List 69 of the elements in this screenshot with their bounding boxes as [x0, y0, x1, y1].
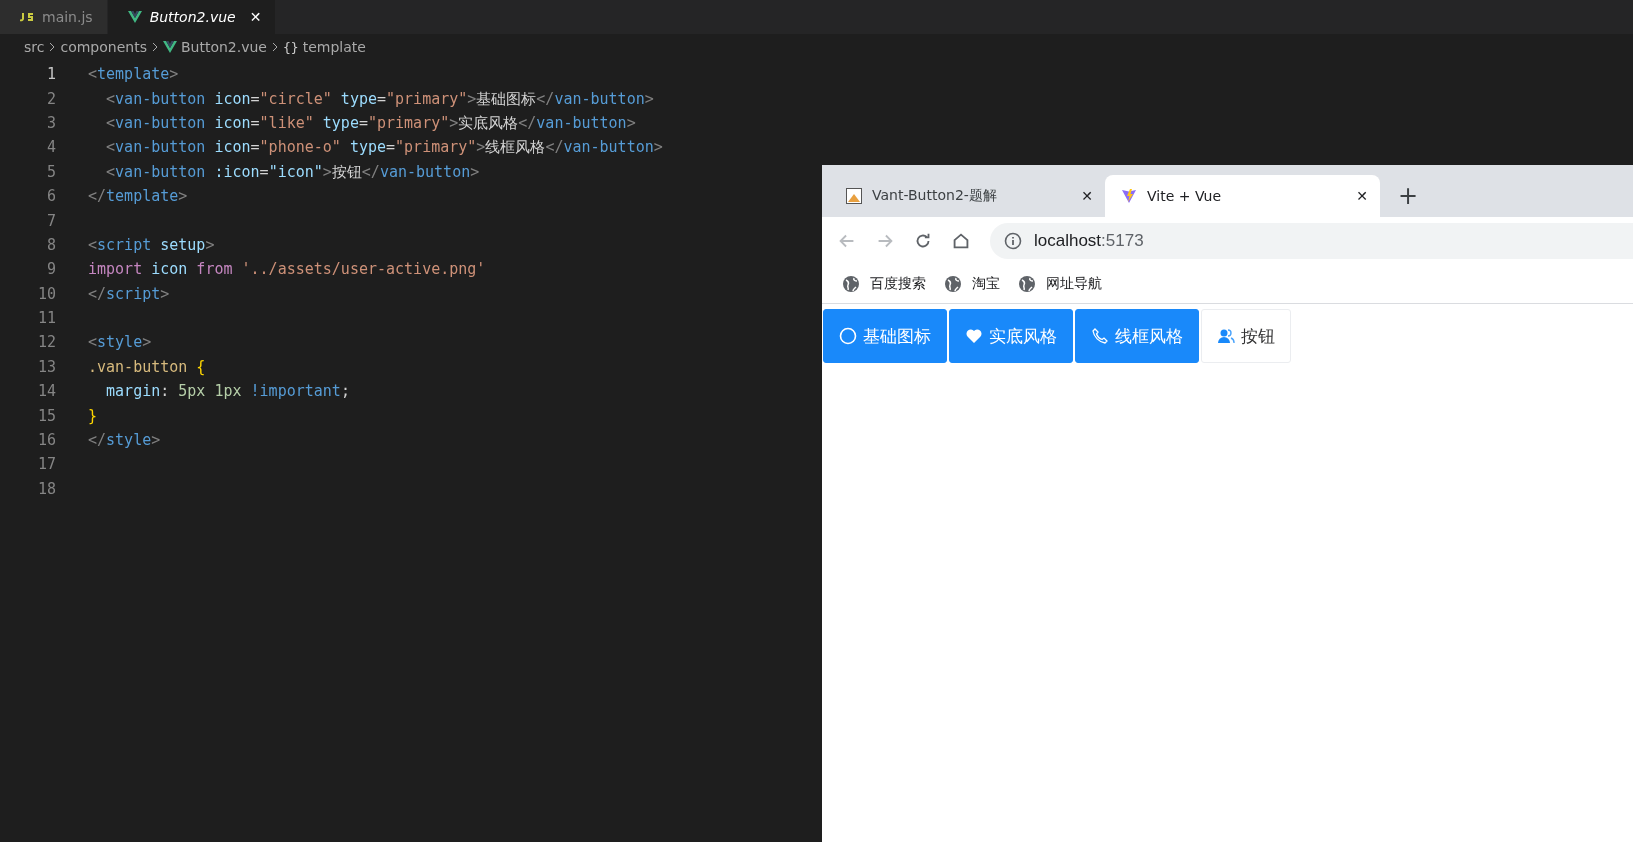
demo-button[interactable]: 按钮 — [1201, 309, 1291, 363]
info-icon — [1004, 232, 1022, 250]
code-line: <van-button :icon="icon">按钮</van-button> — [105, 161, 480, 183]
demo-button[interactable]: 基础图标 — [823, 309, 947, 363]
line-number: 2 — [45, 89, 57, 108]
phone-icon — [1091, 327, 1109, 345]
editor-tab[interactable]: Button2.vue ✕ — [107, 0, 277, 34]
code-line: <template> — [88, 64, 179, 86]
vue-logo-icon — [162, 41, 177, 53]
browser-tab[interactable]: Vite + Vue ✕ — [1105, 175, 1380, 217]
line-number: 7 — [45, 211, 57, 230]
code-line: </template> — [88, 186, 188, 208]
globe-icon — [944, 275, 962, 293]
bookmark-link[interactable]: 网址导航 — [1046, 275, 1102, 293]
line-number: 13 — [36, 357, 57, 376]
bookmark-link[interactable]: 淘宝 — [972, 275, 1000, 293]
new-tab-button[interactable]: + — [1380, 175, 1437, 217]
line-number: 3 — [45, 113, 57, 132]
line-number: 6 — [45, 187, 57, 206]
demo-button[interactable]: 线框风格 — [1075, 309, 1199, 363]
line-number: 11 — [36, 309, 57, 328]
code-line: } — [88, 405, 98, 427]
code-line: </script> — [88, 283, 170, 305]
line-number: 10 — [36, 284, 57, 303]
globe-icon — [1018, 275, 1036, 293]
close-icon[interactable]: ✕ — [249, 9, 262, 25]
breadcrumb-item[interactable]: template — [302, 39, 366, 55]
code-line: <van-button icon="like" type="primary">实底风格</van-button> — [105, 112, 636, 134]
line-number: 9 — [45, 260, 57, 279]
close-icon[interactable]: ✕ — [1081, 188, 1093, 204]
code-line: </style> — [88, 430, 161, 452]
line-number: 16 — [36, 431, 57, 450]
code-line: .van-button { — [88, 356, 206, 378]
line-number: 5 — [45, 162, 57, 181]
breadcrumb-item[interactable]: components — [60, 39, 147, 55]
browser-tab[interactable]: Vant-Button2-题解 ✕ — [830, 175, 1105, 217]
user-icon — [1217, 327, 1235, 345]
line-number: 17 — [36, 455, 57, 474]
heart-icon — [965, 327, 983, 345]
line-number: 4 — [45, 138, 57, 157]
breadcrumb-item[interactable]: Button2.vue — [180, 39, 267, 55]
bookmark-link[interactable]: 百度搜索 — [870, 275, 926, 293]
vite-logo-icon — [1121, 188, 1137, 204]
breadcrumb-item[interactable]: src — [24, 39, 45, 55]
editor-tab[interactable]: main.js — [0, 0, 108, 34]
line-number: 1 — [45, 65, 57, 84]
chevron-icon — [150, 42, 159, 52]
code-line: margin: 5px 1px !important; — [105, 381, 350, 403]
circle-icon — [839, 327, 857, 345]
globe-icon — [842, 275, 860, 293]
code-line: <script setup> — [88, 234, 215, 256]
code-line: import icon from '../assets/user-active.png' — [88, 259, 486, 281]
line-number: 12 — [36, 333, 57, 352]
braces-icon: {} — [283, 39, 299, 55]
chevron-icon — [48, 42, 57, 52]
vue-logo-icon — [127, 11, 142, 23]
demo-button[interactable]: 实底风格 — [949, 309, 1073, 363]
line-number: 14 — [36, 382, 57, 401]
js-icon — [20, 11, 34, 23]
image-icon — [846, 188, 862, 204]
code-line: <style> — [88, 332, 152, 354]
chevron-icon — [271, 42, 279, 52]
line-number: 8 — [45, 235, 57, 254]
code-line: <van-button icon="phone-o" type="primary">线框风格</van-button> — [105, 137, 663, 159]
code-line: <van-button icon="circle" type="primary">基础图标</van-button> — [105, 88, 654, 110]
line-number: 18 — [36, 479, 57, 498]
address-bar[interactable]: localhost:5173 — [990, 223, 1633, 259]
line-number: 15 — [36, 406, 57, 425]
close-icon[interactable]: ✕ — [1356, 188, 1368, 204]
